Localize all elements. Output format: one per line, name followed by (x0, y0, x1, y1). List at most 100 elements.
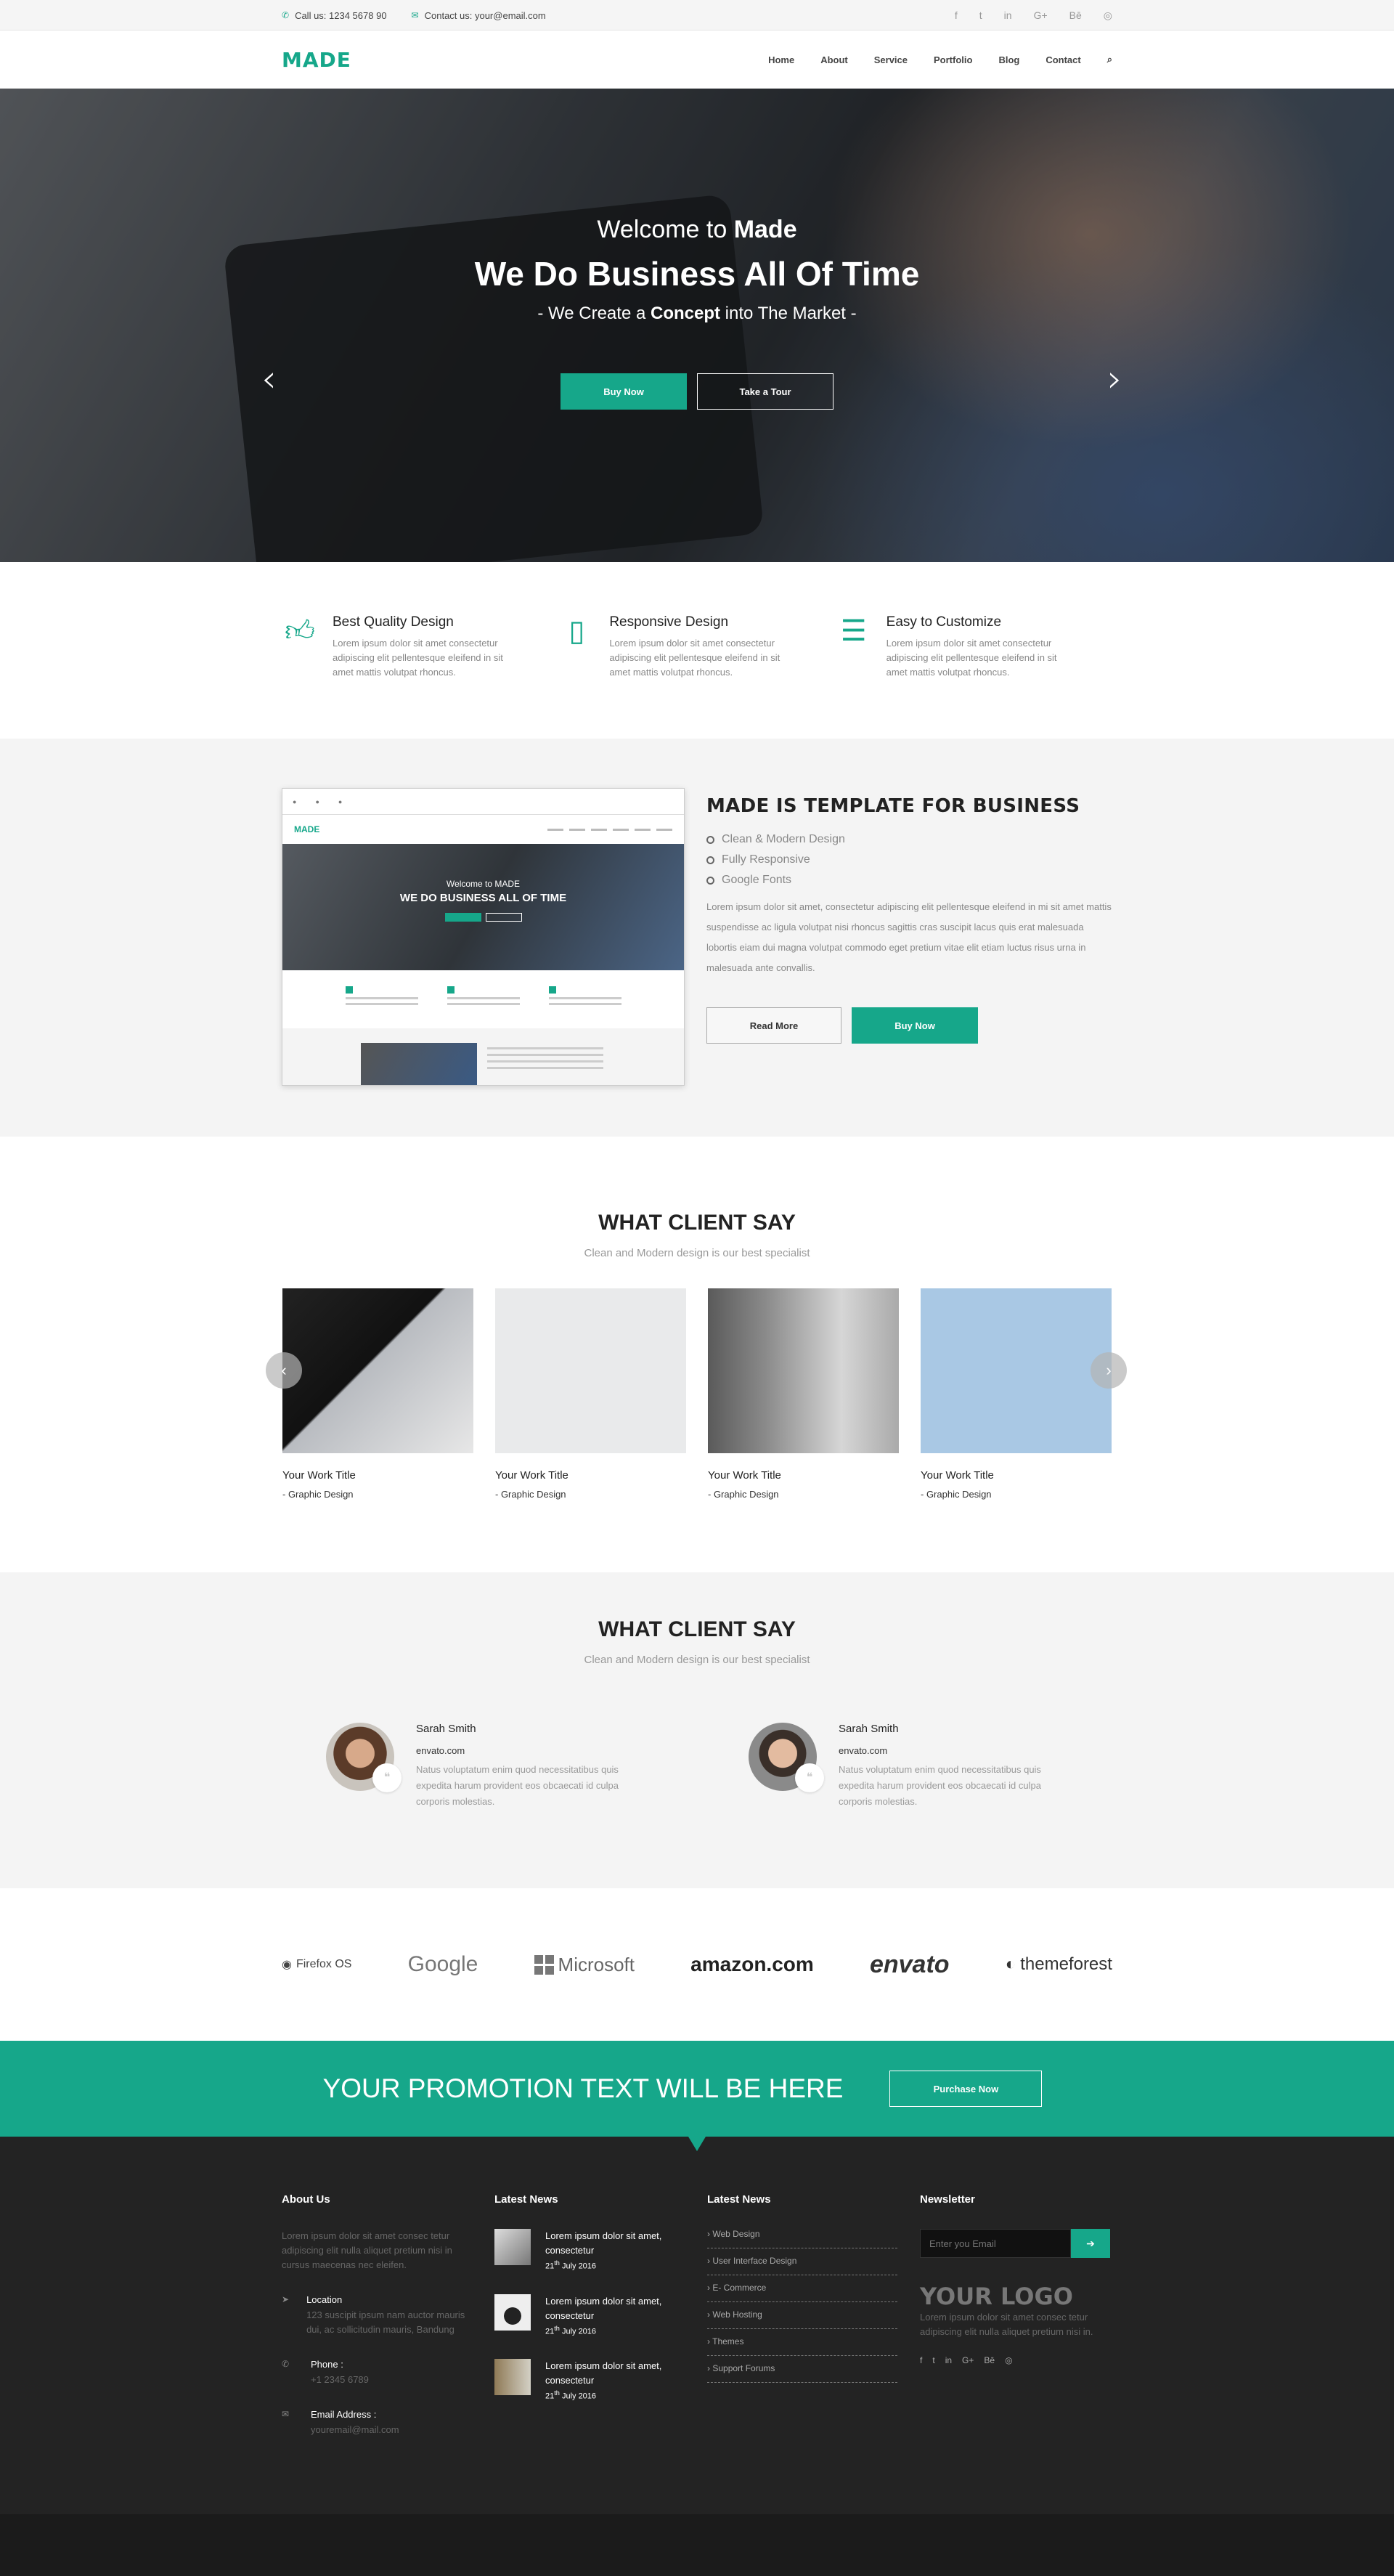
hero-buy-now-button[interactable]: Buy Now (561, 373, 687, 410)
arrow-right-icon[interactable]: ➔ (1071, 2229, 1110, 2258)
list-item: Fully Responsive (706, 853, 1112, 866)
footer-about: About Us Lorem ipsum dolor sit amet cons… (282, 2193, 494, 2437)
work-item[interactable]: Your Work Title - Graphic Design (708, 1288, 899, 1500)
linkedin-icon[interactable]: in (1004, 9, 1012, 22)
template-screenshot: ● ● ● MADE Welcome to MADE WE DO BUSINESS … (282, 788, 685, 1086)
footer-link[interactable]: › E- Commerce (707, 2275, 897, 2302)
dribbble-icon[interactable]: ◎ (1005, 2355, 1012, 2365)
hero-welcome: Welcome to Made (597, 216, 797, 243)
search-icon[interactable]: ⌕ (1107, 54, 1112, 65)
news-text[interactable]: Lorem ipsum dolor sit amet, consectetur (545, 2229, 685, 2258)
footer-links-title: Latest News (707, 2193, 771, 2206)
footer-bottom-bar (0, 2514, 1394, 2576)
newsletter-email-input[interactable] (920, 2229, 1071, 2258)
google-plus-icon[interactable]: G+ (962, 2355, 974, 2365)
site-header: MADE Home About Service Portfolio Blog C… (0, 31, 1394, 89)
nav-contact[interactable]: Contact (1046, 54, 1080, 65)
work-category: - Graphic Design (495, 1489, 566, 1500)
facebook-icon[interactable]: f (920, 2355, 922, 2365)
footer-about-text: Lorem ipsum dolor sit amet consec tetur … (282, 2230, 452, 2270)
news-text[interactable]: Lorem ipsum dolor sit amet, consectetur (545, 2294, 685, 2323)
quote-icon: ❝ (372, 1763, 402, 1792)
work-item[interactable]: Your Work Title - Graphic Design (495, 1288, 686, 1500)
work-title[interactable]: Your Work Title (282, 1469, 473, 1482)
news-thumbnail[interactable] (494, 2293, 531, 2331)
testimonial-card: ❝ Sarah Smith envato.com Natus voluptatu… (326, 1723, 645, 1810)
work-image[interactable] (282, 1288, 473, 1453)
feature-item: 👍︎ Best Quality Design Lorem ipsum dolor… (282, 613, 558, 680)
feature-title: Responsive Design (609, 614, 729, 630)
testimonials-section: WHAT CLIENT SAY Clean and Modern design … (0, 1572, 1394, 1888)
nav-home[interactable]: Home (768, 54, 794, 65)
thumbs-up-icon: 👍︎ (285, 615, 315, 647)
linkedin-icon[interactable]: in (945, 2355, 952, 2365)
facebook-icon[interactable]: f (955, 9, 958, 22)
feature-title: Easy to Customize (886, 614, 1002, 630)
email-label: Email Address : (311, 2409, 377, 2420)
twitter-icon[interactable]: t (932, 2355, 934, 2365)
hero-take-tour-button[interactable]: Take a Tour (697, 373, 833, 410)
news-item[interactable]: Lorem ipsum dolor sit amet, consectetur … (494, 2293, 685, 2336)
twitter-icon[interactable]: t (979, 9, 982, 22)
client-logo-amazon[interactable]: amazon.com (690, 1953, 814, 1976)
footer-logo: YOUR LOGO (920, 2283, 1073, 2310)
email-contact[interactable]: ✉ Contact us: your@email.com (412, 10, 546, 21)
template-buy-now-button[interactable]: Buy Now (852, 1007, 978, 1044)
phone-contact[interactable]: ✆ Call us: 1234 5678 90 (282, 10, 387, 21)
work-title[interactable]: Your Work Title (708, 1469, 899, 1482)
feature-item: ▯ Responsive Design Lorem ipsum dolor si… (558, 613, 835, 680)
news-date: 21th July 2016 (545, 2259, 597, 2271)
client-logo-google[interactable]: Google (408, 1952, 478, 1977)
works-title: WHAT CLIENT SAY (598, 1211, 796, 1235)
footer-link[interactable]: › Themes (707, 2329, 897, 2356)
news-thumbnail[interactable] (494, 2359, 531, 2396)
footer-link[interactable]: › Web Hosting (707, 2302, 897, 2329)
work-title[interactable]: Your Work Title (495, 1469, 686, 1482)
list-item: Google Fonts (706, 874, 1112, 887)
footer-link[interactable]: › Web Design (707, 2229, 897, 2248)
promo-pointer (688, 2137, 706, 2151)
work-image[interactable] (921, 1288, 1112, 1453)
carousel-prev-icon[interactable]: ‹ (266, 1352, 302, 1389)
mock-welcome: Welcome to MADE (446, 879, 521, 889)
footer-link[interactable]: › Support Forums (707, 2356, 897, 2383)
client-logo-firefox[interactable]: ◉ Firefox OS (282, 1957, 351, 1972)
carousel-next-icon[interactable]: › (1091, 1352, 1127, 1389)
work-item[interactable]: Your Work Title - Graphic Design (921, 1288, 1112, 1500)
hero-slider: Welcome to Made We Do Business All Of Ti… (0, 89, 1394, 562)
work-image[interactable] (495, 1288, 686, 1453)
client-logo-themeforest[interactable]: ◐ themeforest (1006, 1954, 1112, 1975)
news-thumbnail[interactable] (494, 2229, 531, 2265)
themeforest-icon: ◐ (1005, 1954, 1016, 1974)
nav-portfolio[interactable]: Portfolio (934, 54, 972, 65)
mock-logo: MADE (294, 824, 320, 834)
news-item[interactable]: Lorem ipsum dolor sit amet, consectetur … (494, 2229, 685, 2271)
work-image[interactable] (708, 1288, 899, 1453)
client-logo-microsoft[interactable]: Microsoft (534, 1954, 635, 1976)
email-value[interactable]: youremail@mail.com (311, 2423, 399, 2437)
quote-icon: ❝ (795, 1763, 824, 1792)
client-logo-envato[interactable]: envato (870, 1951, 950, 1979)
nav-service[interactable]: Service (874, 54, 908, 65)
slider-next-icon[interactable]: › (1107, 357, 1122, 401)
nav-blog[interactable]: Blog (998, 54, 1019, 65)
work-title[interactable]: Your Work Title (921, 1469, 1112, 1482)
nav-about[interactable]: About (820, 54, 848, 65)
footer-link[interactable]: › User Interface Design (707, 2248, 897, 2275)
testimonial-name: Sarah Smith (839, 1723, 899, 1735)
behance-icon[interactable]: Bē (1069, 9, 1082, 22)
news-item[interactable]: Lorem ipsum dolor sit amet, consectetur … (494, 2359, 685, 2401)
news-text[interactable]: Lorem ipsum dolor sit amet, consectetur (545, 2359, 685, 2388)
testimonial-site: envato.com (839, 1745, 888, 1756)
dribbble-icon[interactable]: ◎ (1104, 9, 1112, 22)
testimonial-text: Natus voluptatum enim quod necessitatibu… (416, 1764, 619, 1807)
google-plus-icon[interactable]: G+ (1034, 9, 1048, 22)
read-more-button[interactable]: Read More (706, 1007, 841, 1044)
feature-item: ☰ Easy to Customize Lorem ipsum dolor si… (836, 613, 1112, 680)
work-item[interactable]: Your Work Title - Graphic Design (282, 1288, 473, 1500)
purchase-now-button[interactable]: Purchase Now (889, 2071, 1043, 2107)
site-logo[interactable]: MADE (282, 48, 351, 72)
behance-icon[interactable]: Bē (984, 2355, 995, 2365)
slider-prev-icon[interactable]: ‹ (261, 357, 277, 401)
news-date: 21th July 2016 (545, 2324, 597, 2336)
